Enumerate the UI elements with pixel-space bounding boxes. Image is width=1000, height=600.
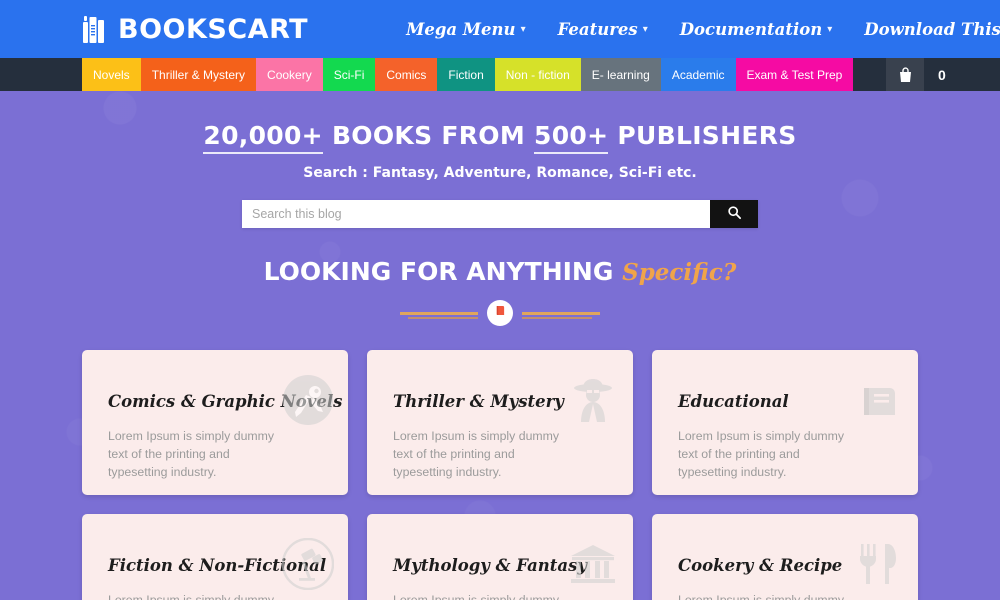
hero-title-count-publishers: 500+: [534, 121, 609, 154]
category-item-e-learning[interactable]: E- learning: [580, 58, 661, 91]
site-header: BOOKSCART Mega Menu ▾ Features ▾ Documen…: [0, 0, 1000, 58]
nav-item-label: Mega Menu: [406, 19, 516, 39]
hero-subtitle: Search : Fantasy, Adventure, Romance, Sc…: [303, 165, 697, 181]
nav-item-label: Features: [557, 19, 638, 39]
hero-title-end: PUBLISHERS: [608, 121, 797, 150]
divider-line-left: [400, 312, 478, 315]
card-description: Lorem Ipsum is simply dummy text of the …: [108, 593, 275, 600]
search-button[interactable]: [710, 200, 758, 228]
category-item-label: Thriller & Mystery: [151, 67, 246, 82]
cart-area: 0: [886, 58, 1000, 91]
chevron-down-icon: ▾: [827, 23, 833, 35]
category-item-label: E- learning: [591, 67, 650, 82]
category-item-label: Fiction: [448, 67, 484, 82]
category-card[interactable]: Educational Lorem Ipsum is simply dummy t…: [652, 350, 918, 495]
category-item-academic[interactable]: Academic: [660, 58, 736, 91]
card-description: Lorem Ipsum is simply dummy text of the …: [393, 429, 560, 479]
detective-icon: [567, 374, 619, 426]
card-description: Lorem Ipsum is simply dummy text of the …: [393, 593, 560, 600]
category-item-non-fiction[interactable]: Non - fiction: [494, 58, 581, 91]
stacked-books-icon: [82, 13, 112, 45]
category-card[interactable]: Fiction & Non-Fictional Lorem Ipsum is si…: [82, 514, 348, 600]
card-title: Thriller & Mystery: [393, 392, 564, 411]
brand-name: BOOKSCART: [118, 13, 309, 45]
chevron-down-icon: ▾: [520, 23, 526, 35]
superhero-icon: [282, 374, 334, 426]
page-title: 20,000+ BOOKS FROM 500+ PUBLISHERS: [0, 121, 1000, 154]
category-bar: Novels Thriller & Mystery Cookery Sci-Fi Com…: [0, 58, 1000, 91]
category-item-fiction[interactable]: Fiction: [437, 58, 495, 91]
card-description: Lorem Ipsum is simply dummy text of the …: [678, 593, 845, 600]
fork-knife-icon: [852, 538, 904, 590]
nav-item-features[interactable]: Features ▾: [558, 20, 648, 39]
category-item-label: Comics: [386, 67, 427, 82]
nav-item-documentation[interactable]: Documentation ▾: [680, 20, 833, 39]
category-item-thriller-mystery[interactable]: Thriller & Mystery: [140, 58, 257, 91]
divider-line-right-secondary: [522, 317, 592, 319]
category-card[interactable]: Mythology & Fantasy Lorem Ipsum is simply…: [367, 514, 633, 600]
category-item-label: Novels: [93, 67, 130, 82]
category-item-label: Cookery: [267, 67, 312, 82]
section-heading-accent: Specific?: [622, 259, 737, 286]
nav-item-download-template[interactable]: Download This Template: [864, 20, 1000, 39]
page-root: BOOKSCART Mega Menu ▾ Features ▾ Documen…: [0, 0, 1000, 600]
search-input[interactable]: [242, 200, 710, 228]
category-item-label: Exam & Test Prep: [746, 67, 843, 82]
hero-section: 20,000+ BOOKS FROM 500+ PUBLISHERS Searc…: [0, 91, 1000, 326]
main-nav: Mega Menu ▾ Features ▾ Documentation ▾ D…: [406, 20, 1000, 39]
cart-count: 0: [924, 58, 1000, 91]
nav-item-label: Documentation: [679, 19, 823, 39]
hero-title-count-books: 20,000+: [203, 121, 323, 154]
category-item-exam-test-prep[interactable]: Exam & Test Prep: [735, 58, 854, 91]
divider-badge: [487, 300, 513, 326]
category-card[interactable]: Thriller & Mystery Lorem Ipsum is simply …: [367, 350, 633, 495]
divider-line-left-secondary: [408, 317, 478, 319]
card-description: Lorem Ipsum is simply dummy text of the …: [678, 429, 845, 479]
category-item-label: Academic: [671, 67, 725, 82]
hero-title-mid: BOOKS FROM: [322, 121, 535, 150]
card-title: Educational: [678, 392, 789, 411]
section-heading: LOOKING FOR ANYTHING Specific?: [0, 257, 1000, 286]
category-item-cookery[interactable]: Cookery: [256, 58, 323, 91]
chevron-down-icon: ▾: [642, 23, 648, 35]
category-card-grid: Comics & Graphic Novels Lorem Ipsum is si…: [82, 350, 918, 600]
category-item-sci-fi[interactable]: Sci-Fi: [322, 58, 376, 91]
card-description: Lorem Ipsum is simply dummy text of the …: [108, 429, 275, 479]
telescope-icon: [282, 538, 334, 590]
category-item-novels[interactable]: Novels: [82, 58, 141, 91]
book-stack-icon: [852, 374, 904, 426]
section-divider: [400, 300, 600, 326]
search-bar: [242, 200, 758, 228]
search-icon: [727, 205, 742, 223]
category-item-label: Non - fiction: [505, 67, 570, 82]
nav-item-mega-menu[interactable]: Mega Menu ▾: [406, 20, 526, 39]
category-card[interactable]: Comics & Graphic Novels Lorem Ipsum is si…: [82, 350, 348, 495]
category-item-label: Sci-Fi: [333, 67, 365, 82]
divider-line-right: [522, 312, 600, 315]
card-title: Cookery & Recipe: [678, 556, 843, 575]
nav-item-label: Download This Template: [864, 19, 1000, 39]
category-card[interactable]: Cookery & Recipe Lorem Ipsum is simply du…: [652, 514, 918, 600]
card-title: Mythology & Fantasy: [393, 556, 587, 575]
section-heading-main: LOOKING FOR ANYTHING: [263, 257, 614, 286]
temple-icon: [567, 538, 619, 590]
category-list: Novels Thriller & Mystery Cookery Sci-Fi Com…: [82, 58, 854, 91]
site-logo[interactable]: BOOKSCART: [82, 13, 308, 45]
category-item-comics[interactable]: Comics: [375, 58, 438, 91]
shopping-bag-icon[interactable]: [886, 58, 924, 91]
book-icon: [494, 304, 507, 322]
